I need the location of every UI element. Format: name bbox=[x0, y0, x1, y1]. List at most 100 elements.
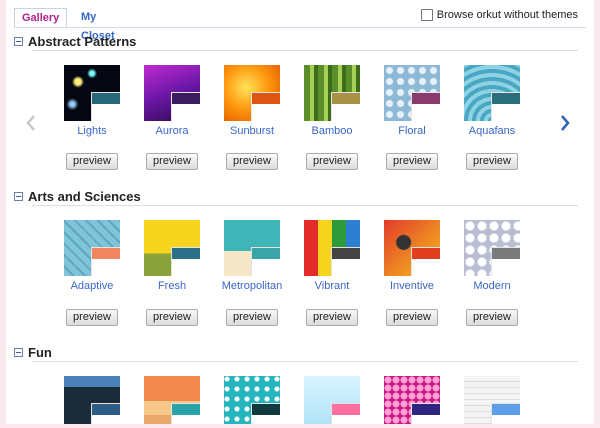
section-header-abstract-patterns[interactable]: Abstract Patterns bbox=[14, 32, 578, 50]
theme-thumbnail[interactable] bbox=[144, 376, 200, 424]
swatch-color-bar bbox=[332, 248, 360, 259]
theme-item[interactable] bbox=[140, 376, 204, 424]
theme-name-link[interactable]: Lights bbox=[60, 125, 124, 139]
preview-button[interactable]: preview bbox=[146, 153, 198, 170]
theme-name-link[interactable]: Vibrant bbox=[300, 280, 364, 294]
theme-thumbnail[interactable] bbox=[304, 220, 360, 276]
color-swatch bbox=[411, 403, 440, 424]
section-title: Fun bbox=[28, 344, 52, 360]
theme-name-link[interactable]: Inventive bbox=[380, 280, 444, 294]
preview-button[interactable]: preview bbox=[386, 153, 438, 170]
preview-button[interactable]: preview bbox=[306, 153, 358, 170]
swatch-color-bar bbox=[412, 248, 440, 259]
color-swatch bbox=[91, 403, 120, 424]
color-swatch bbox=[331, 247, 360, 276]
collapse-icon[interactable] bbox=[14, 36, 23, 46]
theme-name-link[interactable]: Aquafans bbox=[460, 125, 524, 139]
theme-item[interactable]: Lights bbox=[60, 65, 124, 139]
theme-item[interactable]: Metropolitan bbox=[220, 220, 284, 294]
theme-item[interactable]: Inventive bbox=[380, 220, 444, 294]
theme-name-link[interactable]: Aurora bbox=[140, 125, 204, 139]
browse-without-themes-label: Browse orkut without themes bbox=[436, 9, 578, 21]
color-swatch bbox=[171, 247, 200, 276]
theme-item[interactable]: Modern bbox=[460, 220, 524, 294]
theme-thumbnail[interactable] bbox=[384, 65, 440, 121]
color-swatch bbox=[171, 403, 200, 424]
color-swatch bbox=[91, 247, 120, 276]
theme-thumbnail[interactable] bbox=[464, 220, 520, 276]
theme-name-link[interactable]: Fresh bbox=[140, 280, 204, 294]
theme-name-link[interactable]: Metropolitan bbox=[220, 280, 284, 294]
theme-name-link[interactable]: Adaptive bbox=[60, 280, 124, 294]
section-header-arts-and-sciences[interactable]: Arts and Sciences bbox=[14, 187, 578, 205]
preview-button[interactable]: preview bbox=[226, 153, 278, 170]
theme-item[interactable] bbox=[460, 376, 524, 424]
next-arrow-icon[interactable] bbox=[558, 113, 572, 133]
swatch-color-bar bbox=[172, 93, 200, 104]
theme-thumbnail[interactable] bbox=[464, 65, 520, 121]
section-title: Arts and Sciences bbox=[28, 188, 141, 204]
color-swatch bbox=[251, 247, 280, 276]
preview-button[interactable]: preview bbox=[306, 309, 358, 326]
theme-item[interactable]: Aurora bbox=[140, 65, 204, 139]
theme-name-link[interactable]: Floral bbox=[380, 125, 444, 139]
swatch-color-bar bbox=[412, 404, 440, 415]
theme-item[interactable] bbox=[300, 376, 364, 424]
swatch-color-bar bbox=[92, 248, 120, 259]
theme-thumbnail[interactable] bbox=[224, 220, 280, 276]
section-divider bbox=[32, 361, 578, 362]
color-swatch bbox=[491, 92, 520, 121]
swatch-color-bar bbox=[252, 93, 280, 104]
theme-name-link[interactable]: Sunburst bbox=[220, 125, 284, 139]
theme-thumbnail[interactable] bbox=[144, 220, 200, 276]
swatch-color-bar bbox=[252, 404, 280, 415]
preview-button[interactable]: preview bbox=[386, 309, 438, 326]
swatch-color-bar bbox=[172, 248, 200, 259]
theme-item[interactable]: Adaptive bbox=[60, 220, 124, 294]
theme-thumbnail[interactable] bbox=[464, 376, 520, 424]
color-swatch bbox=[491, 247, 520, 276]
theme-item[interactable]: Aquafans bbox=[460, 65, 524, 139]
theme-thumbnail[interactable] bbox=[304, 376, 360, 424]
theme-item[interactable]: Floral bbox=[380, 65, 444, 139]
theme-panel: Gallery My Closet Browse orkut without t… bbox=[6, 0, 594, 424]
theme-item[interactable]: Sunburst bbox=[220, 65, 284, 139]
preview-button[interactable]: preview bbox=[466, 153, 518, 170]
preview-button[interactable]: preview bbox=[66, 153, 118, 170]
previous-arrow-icon[interactable] bbox=[24, 113, 38, 133]
theme-item[interactable] bbox=[380, 376, 444, 424]
swatch-color-bar bbox=[332, 93, 360, 104]
theme-thumbnail[interactable] bbox=[224, 65, 280, 121]
theme-item[interactable] bbox=[220, 376, 284, 424]
color-swatch bbox=[491, 403, 520, 424]
theme-item[interactable]: Bamboo bbox=[300, 65, 364, 139]
swatch-color-bar bbox=[332, 404, 360, 415]
theme-thumbnail[interactable] bbox=[304, 65, 360, 121]
color-swatch bbox=[331, 403, 360, 424]
tab-gallery[interactable]: Gallery bbox=[14, 8, 68, 28]
tab-my-closet[interactable]: My Closet bbox=[74, 8, 122, 42]
swatch-color-bar bbox=[492, 404, 520, 415]
preview-button[interactable]: preview bbox=[226, 309, 278, 326]
theme-thumbnail[interactable] bbox=[64, 220, 120, 276]
theme-thumbnail[interactable] bbox=[224, 376, 280, 424]
color-swatch bbox=[251, 403, 280, 424]
browse-without-themes-checkbox[interactable] bbox=[420, 9, 433, 21]
preview-button[interactable]: preview bbox=[66, 309, 118, 326]
theme-thumbnail[interactable] bbox=[384, 220, 440, 276]
theme-thumbnail[interactable] bbox=[64, 65, 120, 121]
preview-button[interactable]: preview bbox=[146, 309, 198, 326]
theme-thumbnail[interactable] bbox=[64, 376, 120, 424]
preview-button[interactable]: preview bbox=[466, 309, 518, 326]
theme-name-link[interactable]: Modern bbox=[460, 280, 524, 294]
theme-item[interactable]: Fresh bbox=[140, 220, 204, 294]
theme-name-link[interactable]: Bamboo bbox=[300, 125, 364, 139]
browse-without-themes-option[interactable]: Browse orkut without themes bbox=[420, 9, 578, 21]
collapse-icon[interactable] bbox=[14, 191, 23, 201]
theme-thumbnail[interactable] bbox=[384, 376, 440, 424]
theme-item[interactable] bbox=[60, 376, 124, 424]
theme-item[interactable]: Vibrant bbox=[300, 220, 364, 294]
theme-thumbnail[interactable] bbox=[144, 65, 200, 121]
collapse-icon[interactable] bbox=[14, 347, 23, 357]
section-header-fun[interactable]: Fun bbox=[14, 343, 578, 361]
